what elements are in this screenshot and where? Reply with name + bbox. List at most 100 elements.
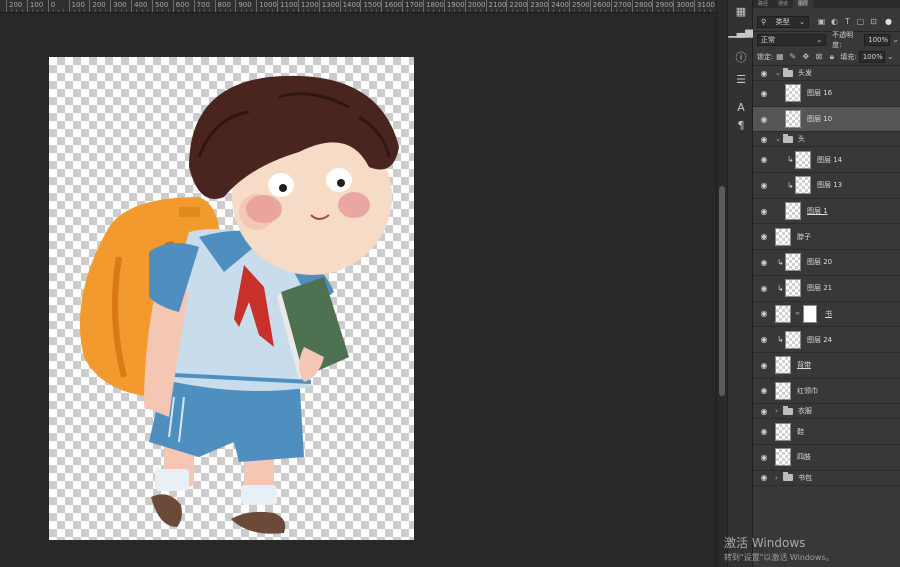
layer-thumbnail[interactable] <box>775 422 791 441</box>
blend-mode-dropdown[interactable]: 正常 ⌄ <box>757 33 827 46</box>
layer-row[interactable]: ◉ 鞋 <box>753 419 900 445</box>
ruler-minor-tick <box>329 9 331 12</box>
opacity-input[interactable]: 100% <box>864 33 891 46</box>
canvas-workspace[interactable] <box>0 13 716 567</box>
chevron-right-icon[interactable]: › <box>775 474 778 482</box>
mask-link-icon[interactable]: ∞ <box>795 310 800 317</box>
layer-name: 衣服 <box>798 407 812 416</box>
layer-group-row[interactable]: ◉ ⌄ 头发 <box>753 66 900 81</box>
visibility-eye-icon[interactable]: ◉ <box>759 135 769 144</box>
fill-input[interactable]: 100% <box>858 50 885 63</box>
layer-row[interactable]: ◉ ↳ 图层 21 <box>753 276 900 302</box>
chevron-down-icon[interactable]: ⌄ <box>891 35 900 44</box>
layer-thumbnail[interactable] <box>775 381 791 400</box>
visibility-eye-icon[interactable]: ◉ <box>759 386 769 395</box>
swatches-icon[interactable]: ▦ <box>731 2 751 20</box>
ruler-minor-tick <box>63 9 65 12</box>
layer-name: 脖子 <box>797 232 811 241</box>
visibility-eye-icon[interactable]: ◉ <box>759 155 769 164</box>
visibility-eye-icon[interactable]: ◉ <box>759 232 769 241</box>
artboard-icon[interactable]: ⊠ <box>814 52 823 61</box>
layer-thumbnail[interactable] <box>785 202 801 221</box>
visibility-eye-icon[interactable]: ◉ <box>759 473 769 482</box>
layer-thumbnail[interactable] <box>795 150 811 169</box>
chevron-down-icon[interactable]: ⌄ <box>886 52 895 61</box>
scrollbar-thumb[interactable] <box>719 186 725 396</box>
layer-thumbnail[interactable] <box>775 304 791 323</box>
visibility-eye-icon[interactable]: ◉ <box>759 89 769 98</box>
type-filter-icon[interactable]: T <box>843 17 852 26</box>
layer-row[interactable]: ◉ ↳ 图层 14 <box>753 147 900 174</box>
ruler-minor-tick <box>480 9 482 12</box>
layer-row[interactable]: ◉ ↳ 图层 24 <box>753 327 900 353</box>
visibility-eye-icon[interactable]: ◉ <box>759 361 769 370</box>
shape-filter-icon[interactable]: ▢ <box>856 17 865 26</box>
visibility-eye-icon[interactable]: ◉ <box>759 181 769 190</box>
paragraph-icon[interactable]: ¶ <box>731 116 751 134</box>
character-icon[interactable]: A <box>731 98 751 116</box>
layer-row[interactable]: ◉ 四肢 <box>753 445 900 471</box>
vertical-scrollbar[interactable] <box>716 0 727 567</box>
visibility-eye-icon[interactable]: ◉ <box>759 427 769 436</box>
layer-row[interactable]: ◉ ∞ 书 <box>753 302 900 328</box>
chevron-right-icon[interactable]: › <box>775 407 778 415</box>
layer-thumbnail[interactable] <box>785 330 801 349</box>
layer-row[interactable]: ◉ 脖子 <box>753 224 900 251</box>
layer-row[interactable]: ◉ 图层 16 <box>753 81 900 107</box>
lock-position-icon[interactable]: ✥ <box>801 52 810 61</box>
layer-name: 图层 13 <box>817 181 843 190</box>
smart-object-filter-icon[interactable]: ⊡ <box>869 17 878 26</box>
lock-transparency-icon[interactable]: ▦ <box>775 52 784 61</box>
tab-channels[interactable]: 通道 <box>773 0 793 8</box>
layer-thumbnail[interactable] <box>785 84 801 103</box>
tab-paths[interactable]: 路径 <box>753 0 773 8</box>
visibility-eye-icon[interactable]: ◉ <box>759 284 769 293</box>
layer-group-row[interactable]: ◉ ⌄ 头 <box>753 132 900 148</box>
layer-thumbnail[interactable] <box>775 227 791 246</box>
chevron-down-icon[interactable]: ⌄ <box>775 69 781 77</box>
layer-thumbnail[interactable] <box>785 110 801 129</box>
visibility-eye-icon[interactable]: ◉ <box>759 407 769 416</box>
layer-row[interactable]: ◉ 背带 <box>753 353 900 379</box>
layer-row[interactable]: ◉ 红领巾 <box>753 379 900 405</box>
document-canvas[interactable] <box>49 57 414 540</box>
layer-row[interactable]: ◉ 图层 1 <box>753 199 900 225</box>
lock-pixels-icon[interactable]: ✎ <box>788 52 797 61</box>
layer-thumbnail[interactable] <box>775 356 791 375</box>
ruler-minor-tick <box>662 9 664 12</box>
chevron-down-icon[interactable]: ⌄ <box>775 135 781 143</box>
visibility-eye-icon[interactable]: ◉ <box>759 207 769 216</box>
ruler-minor-tick <box>308 9 310 12</box>
ruler-tick-label: 200 <box>89 0 106 12</box>
ruler-minor-tick <box>42 9 44 12</box>
lock-all-icon[interactable]: 🔒︎ <box>827 52 836 61</box>
layer-row[interactable]: ◉ ↳ 图层 20 <box>753 250 900 276</box>
layer-row[interactable]: ◉ 图层 10 <box>753 106 900 133</box>
fill-value: 100% <box>862 52 883 61</box>
visibility-eye-icon[interactable]: ◉ <box>759 309 769 318</box>
layer-thumbnail[interactable] <box>775 448 791 467</box>
layer-thumbnail[interactable] <box>785 253 801 272</box>
layer-thumbnail[interactable] <box>795 176 811 195</box>
lock-label: 锁定: <box>757 52 774 61</box>
visibility-eye-icon[interactable]: ◉ <box>759 115 769 124</box>
pixel-filter-icon[interactable]: ▣ <box>817 17 826 26</box>
layer-group-row[interactable]: ◉ › 衣服 <box>753 404 900 420</box>
layer-mask-thumbnail[interactable] <box>803 304 817 323</box>
histogram-icon[interactable]: ▁▃▅ <box>728 22 753 40</box>
info-icon[interactable]: ⓘ <box>731 48 751 66</box>
ruler-tick-label: 800 <box>214 0 231 12</box>
filter-kind-dropdown[interactable]: ⚲ 类型 ⌄ <box>757 15 809 28</box>
layer-group-row[interactable]: ◉ › 书包 <box>753 471 900 486</box>
adjustment-filter-icon[interactable]: ◐ <box>830 17 839 26</box>
visibility-eye-icon[interactable]: ◉ <box>759 335 769 344</box>
visibility-eye-icon[interactable]: ◉ <box>759 258 769 267</box>
filter-toggle-icon[interactable]: ● <box>884 17 893 26</box>
ruler-minor-tick <box>417 9 419 12</box>
layer-row[interactable]: ◉ ↳ 图层 13 <box>753 173 900 199</box>
properties-icon[interactable]: ☰ <box>731 70 751 88</box>
layer-thumbnail[interactable] <box>785 279 801 298</box>
visibility-eye-icon[interactable]: ◉ <box>759 453 769 462</box>
visibility-eye-icon[interactable]: ◉ <box>759 69 769 78</box>
tab-layers[interactable]: 图层 <box>793 0 814 8</box>
